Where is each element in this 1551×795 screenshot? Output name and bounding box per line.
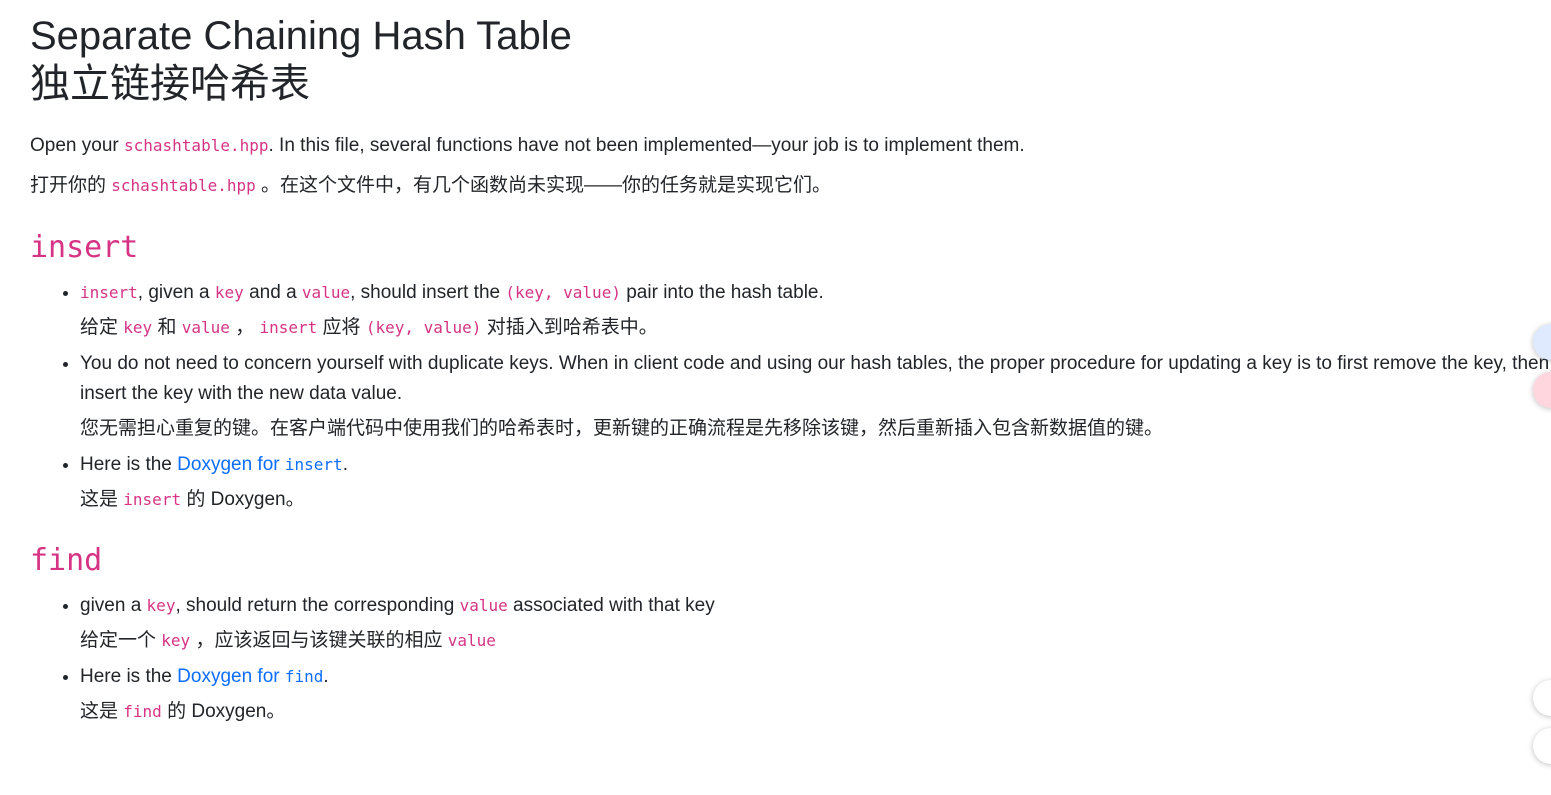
list-item: Here is the Doxygen for insert. 这是 inser… [80, 450, 1551, 511]
intro-paragraph-en: Open your schashtable.hpp. In this file,… [30, 135, 1025, 156]
section-heading-find: find [30, 543, 103, 578]
floating-tools-button[interactable] [1533, 728, 1551, 764]
intro-paragraph-zh: 打开你的 schashtable.hpp 。在这个文件中，有几个函数尚未实现——… [30, 175, 832, 196]
find-bullet-list: given a key, should return the correspon… [30, 591, 1551, 723]
inline-code: schashtable.hpp [124, 136, 269, 155]
translation-zh: 这是 insert 的 Doxygen。 [80, 489, 305, 510]
list-item: Here is the Doxygen for find. 这是 find 的 … [80, 662, 1551, 723]
doxygen-find-link[interactable]: Doxygen for find [177, 666, 323, 687]
page-title: Separate Chaining Hash Table 独立链接哈希表 [30, 12, 1551, 108]
list-item: insert, given a key and a value, should … [80, 278, 1551, 339]
translation-zh: 您无需担心重复的键。在客户端代码中使用我们的哈希表时，更新键的正确流程是先移除该… [80, 418, 1164, 439]
translation-zh: 给定 key 和 value ， insert 应将 (key, value) … [80, 317, 658, 338]
list-item: You do not need to concern yourself with… [80, 349, 1551, 440]
insert-bullet-list: insert, given a key and a value, should … [30, 278, 1551, 511]
page-title-en: Separate Chaining Hash Table [30, 14, 572, 58]
document-body: Separate Chaining Hash Table 独立链接哈希表 Ope… [30, 12, 1551, 733]
section-heading-insert: insert [30, 230, 139, 265]
translation-zh: 给定一个 key ，应该返回与该键关联的相应 value [80, 630, 496, 651]
list-item: given a key, should return the correspon… [80, 591, 1551, 652]
inline-code: schashtable.hpp [111, 176, 256, 195]
page-title-zh: 独立链接哈希表 [30, 62, 310, 106]
doxygen-insert-link[interactable]: Doxygen for insert [177, 454, 343, 475]
translation-zh: 这是 find 的 Doxygen。 [80, 701, 286, 722]
